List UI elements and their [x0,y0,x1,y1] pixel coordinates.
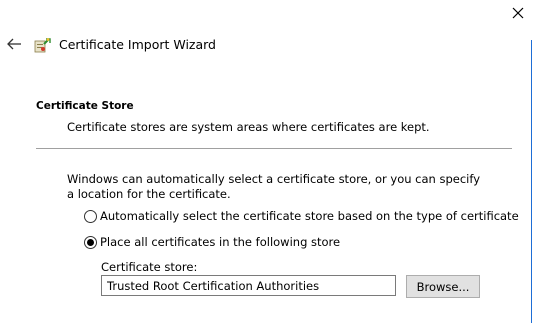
place-in-store-label: Place all certificates in the following … [100,235,341,249]
close-icon [512,7,524,19]
section-divider [36,148,512,149]
browse-button[interactable]: Browse... [406,275,480,298]
back-arrow-icon [7,38,21,50]
auto-select-radio[interactable] [84,209,97,223]
section-heading: Certificate Store [36,100,134,112]
certificate-store-field[interactable] [101,275,396,296]
close-button[interactable] [506,2,530,24]
section-description: Certificate stores are system areas wher… [67,120,430,134]
intro-text: Windows can automatically select a certi… [67,172,481,201]
certificate-wizard-icon [34,36,52,54]
auto-select-label: Automatically select the certificate sto… [100,209,519,223]
place-in-store-option[interactable]: Place all certificates in the following … [84,235,340,249]
place-in-store-radio[interactable] [84,235,97,249]
certificate-store-label: Certificate store: [101,260,198,274]
auto-select-store-option[interactable]: Automatically select the certificate sto… [84,209,519,223]
radio-selected-dot [87,238,94,246]
window-edge [531,40,532,323]
back-button[interactable] [3,33,25,55]
wizard-title: Certificate Import Wizard [59,37,216,52]
